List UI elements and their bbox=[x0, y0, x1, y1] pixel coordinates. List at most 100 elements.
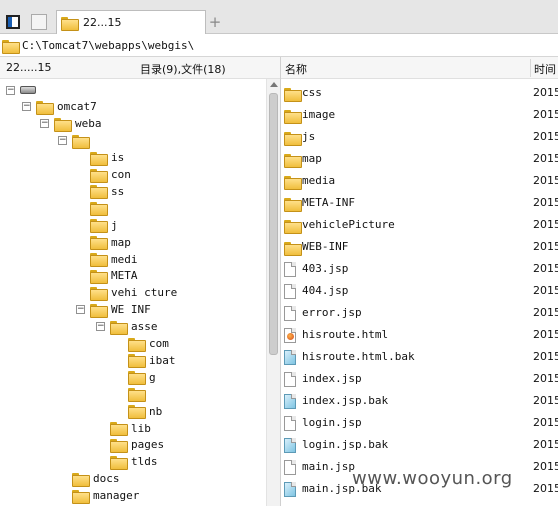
scrollbar-thumb[interactable] bbox=[269, 93, 278, 355]
file-name: index.jsp.bak bbox=[302, 394, 389, 407]
tree-item[interactable] bbox=[128, 386, 149, 403]
collapse-icon[interactable]: − bbox=[58, 136, 67, 146]
tree-item[interactable] bbox=[90, 200, 111, 217]
tree-header: 22.....15 目录(9),文件(18) bbox=[0, 57, 280, 79]
file-time: 2015 bbox=[533, 460, 558, 473]
bak-file-icon bbox=[284, 482, 296, 497]
file-row[interactable]: js 2015 bbox=[281, 126, 558, 148]
path-bar[interactable]: C:\Tomcat7\webapps\webgis\ bbox=[0, 35, 558, 57]
file-name: map bbox=[302, 152, 322, 165]
tree-item[interactable]: vehi cture bbox=[90, 285, 177, 301]
tree-item[interactable]: − bbox=[6, 82, 41, 98]
scroll-up-icon[interactable] bbox=[270, 82, 278, 87]
file-time: 2015 bbox=[533, 86, 558, 99]
file-time: 2015 bbox=[533, 350, 558, 363]
collapse-icon[interactable]: − bbox=[76, 305, 85, 315]
folder-icon bbox=[90, 151, 108, 166]
file-name: META-INF bbox=[302, 196, 355, 209]
tree-item-label: pages bbox=[131, 438, 165, 452]
collapse-icon[interactable]: − bbox=[6, 85, 15, 95]
file-name: 404.jsp bbox=[302, 284, 349, 297]
column-separator[interactable] bbox=[530, 59, 531, 77]
folder-icon bbox=[2, 39, 20, 54]
tree-item[interactable]: − omcat7 bbox=[22, 99, 97, 115]
file-row[interactable]: WEB-INF 2015 bbox=[281, 236, 558, 258]
file-row[interactable]: map 2015 bbox=[281, 148, 558, 170]
file-row[interactable]: login.jsp.bak 2015 bbox=[281, 434, 558, 456]
collapse-icon[interactable]: − bbox=[96, 322, 105, 332]
file-name: vehiclePicture bbox=[302, 218, 395, 231]
bak-file-icon bbox=[284, 350, 296, 365]
tree-item[interactable]: j bbox=[90, 217, 118, 234]
tree-item[interactable]: − asse bbox=[96, 319, 158, 335]
file-row[interactable]: css 2015 bbox=[281, 82, 558, 104]
tree-scrollbar[interactable] bbox=[266, 79, 280, 506]
file-row[interactable]: index.jsp.bak 2015 bbox=[281, 390, 558, 412]
file-row[interactable]: login.jsp 2015 bbox=[281, 412, 558, 434]
tree-item[interactable]: lib bbox=[110, 420, 151, 436]
tree-item[interactable]: map bbox=[90, 234, 131, 251]
tree-item-label: asse bbox=[131, 320, 158, 334]
tree-item[interactable]: docs bbox=[72, 471, 120, 487]
file-row[interactable]: 404.jsp 2015 bbox=[281, 280, 558, 302]
folder-icon bbox=[72, 489, 90, 504]
new-tab-button[interactable]: + bbox=[207, 11, 223, 33]
file-row[interactable]: META-INF 2015 bbox=[281, 192, 558, 214]
tree-item[interactable]: pages bbox=[110, 437, 164, 453]
tree-item[interactable]: g bbox=[128, 369, 156, 386]
folder-tree: − − omcat7− weba − is con ss j map medi META vehi ct… bbox=[0, 79, 266, 506]
file-time: 2015 bbox=[533, 438, 558, 451]
tree-item[interactable]: META bbox=[90, 268, 138, 284]
file-name: main.jsp bbox=[302, 460, 355, 473]
tree-item-label: manager bbox=[93, 489, 140, 503]
tree-item-label: weba bbox=[75, 117, 102, 131]
folder-icon bbox=[284, 176, 302, 190]
folder-icon bbox=[284, 154, 302, 168]
folder-icon bbox=[128, 354, 146, 369]
folder-icon bbox=[90, 253, 108, 267]
file-row[interactable]: error.jsp 2015 bbox=[281, 302, 558, 324]
file-row[interactable]: media 2015 bbox=[281, 170, 558, 192]
file-row[interactable]: index.jsp 2015 bbox=[281, 368, 558, 390]
tree-item-label: is bbox=[111, 151, 125, 165]
panel-toggle-button[interactable] bbox=[2, 11, 24, 33]
file-icon bbox=[284, 284, 296, 299]
tree-item[interactable]: con bbox=[90, 167, 131, 183]
file-time: 2015 bbox=[533, 262, 558, 275]
tree-item[interactable]: medi bbox=[90, 251, 138, 267]
tree-item[interactable]: com bbox=[128, 336, 169, 352]
file-list-header: 名称 时间 bbox=[281, 57, 558, 79]
folder-icon bbox=[110, 320, 128, 335]
tree-item[interactable]: ibat bbox=[128, 352, 176, 369]
tree-item[interactable]: manager bbox=[72, 488, 139, 504]
bak-file-icon bbox=[284, 394, 296, 409]
file-row[interactable]: hisroute.html.bak 2015 bbox=[281, 346, 558, 368]
tree-item[interactable]: − weba bbox=[40, 116, 102, 132]
file-row[interactable]: hisroute.html 2015 bbox=[281, 324, 558, 346]
file-time: 2015 bbox=[533, 218, 558, 231]
tree-item-label: WE INF bbox=[111, 303, 151, 317]
folder-icon bbox=[128, 405, 146, 420]
tree-item[interactable]: tlds bbox=[110, 454, 158, 470]
column-name[interactable]: 名称 bbox=[285, 61, 307, 77]
tree-item[interactable]: − WE INF bbox=[76, 302, 151, 318]
collapse-icon[interactable]: − bbox=[22, 102, 31, 112]
file-time: 2015 bbox=[533, 196, 558, 209]
file-name: hisroute.html.bak bbox=[302, 350, 415, 363]
tree-item[interactable]: − bbox=[58, 133, 93, 149]
tab-current[interactable]: 22...15 bbox=[56, 10, 206, 34]
file-row[interactable]: image 2015 bbox=[281, 104, 558, 126]
file-row[interactable]: 403.jsp 2015 bbox=[281, 258, 558, 280]
column-time[interactable]: 时间 bbox=[534, 61, 556, 77]
file-row[interactable]: vehiclePicture 2015 bbox=[281, 214, 558, 236]
tree-item-label: lib bbox=[131, 421, 151, 435]
tab-bar: 22...15 + bbox=[0, 0, 558, 34]
tab-list-button[interactable] bbox=[28, 11, 50, 33]
tree-item[interactable]: nb bbox=[128, 403, 162, 420]
tree-item[interactable]: ss bbox=[90, 183, 124, 200]
folder-icon bbox=[90, 202, 108, 217]
file-time: 2015 bbox=[533, 284, 558, 297]
tree-item[interactable]: is bbox=[90, 150, 124, 166]
collapse-icon[interactable]: − bbox=[40, 119, 49, 129]
file-name: 403.jsp bbox=[302, 262, 349, 275]
